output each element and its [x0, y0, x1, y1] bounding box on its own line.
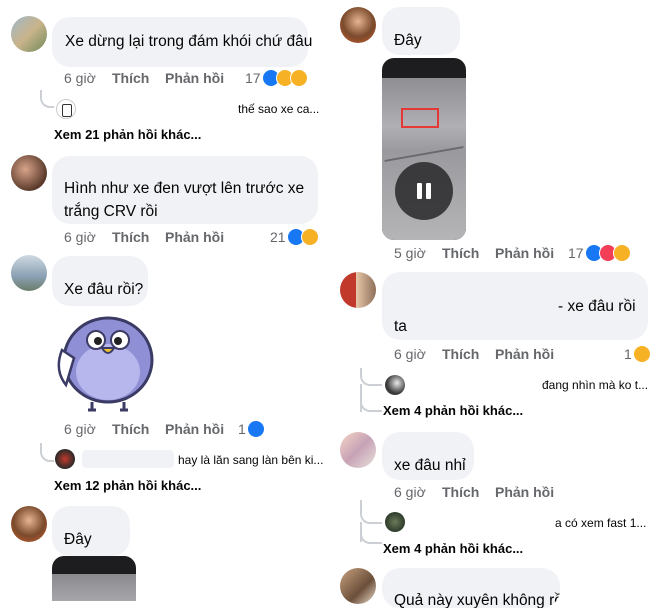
avatar[interactable]	[340, 432, 376, 468]
reply-button[interactable]: Phản hồi	[495, 245, 554, 261]
comment-time[interactable]: 6 giờ	[394, 484, 426, 500]
like-button[interactable]: Thích	[112, 70, 149, 86]
comment-text: Xe dừng lại trong đám khói chứ đâu	[65, 33, 313, 50]
reply-avatar[interactable]	[56, 99, 76, 119]
comment-text: trắng CRV rồi	[64, 203, 158, 220]
reactions[interactable]: 17	[245, 69, 308, 88]
like-button[interactable]: Thích	[442, 346, 479, 362]
haha-reaction-icon	[300, 228, 319, 247]
reactions[interactable]: 17	[568, 244, 631, 263]
reply-avatar[interactable]	[385, 375, 405, 395]
avatar[interactable]	[11, 155, 47, 191]
comment-text: Quả này xuyên không rồi	[394, 592, 560, 608]
comment-text: Hình như xe đen vượt lên trước xe	[64, 180, 305, 197]
reply-button[interactable]: Phản hồi	[165, 70, 224, 86]
comment-text: Đây	[64, 531, 92, 548]
comment-time[interactable]: 6 giờ	[64, 421, 96, 437]
like-button[interactable]: Thích	[112, 421, 149, 437]
reaction-count: 1	[238, 421, 246, 438]
comment-text: ta	[394, 318, 407, 335]
reply-avatar[interactable]	[385, 512, 405, 532]
like-button[interactable]: Thích	[442, 245, 479, 261]
video-thumbnail[interactable]	[52, 556, 136, 601]
video-player[interactable]	[382, 58, 466, 240]
like-button[interactable]: Thích	[112, 229, 149, 245]
view-more-replies[interactable]: Xem 21 phản hồi khác...	[54, 127, 201, 142]
like-reaction-icon	[246, 420, 265, 439]
thread-line	[40, 90, 54, 108]
comment-bubble: Đây	[382, 7, 460, 55]
reaction-count: 17	[568, 245, 584, 262]
pause-button[interactable]	[395, 162, 453, 220]
comment-time[interactable]: 6 giờ	[64, 70, 96, 86]
reaction-count: 17	[245, 70, 261, 87]
reply-preview[interactable]: đang nhìn mà ko t...	[542, 378, 648, 392]
comment-bubble: Quả này xuyên không rồi	[382, 568, 560, 608]
reply-button[interactable]: Phản hồi	[495, 346, 554, 362]
comment-text: - xe đâu rồi	[558, 298, 636, 315]
reactions[interactable]: 1	[238, 420, 265, 439]
comment-bubble: Hình như xe đen vượt lên trước xe trắng …	[52, 156, 318, 224]
thread-line	[360, 500, 382, 524]
highlight-box	[401, 108, 439, 128]
comment-bubble: Xe dừng lại trong đám khói chứ đâu	[52, 17, 312, 67]
bird-sticker	[57, 316, 154, 412]
comment-text: Xe đâu rồi?	[64, 281, 144, 298]
comment-time[interactable]: 6 giờ	[394, 346, 426, 362]
comment-text: xe đâu nhỉ	[394, 457, 466, 474]
thread-line	[360, 530, 382, 544]
avatar[interactable]	[11, 16, 47, 52]
reply-preview[interactable]: a có xem fast 1...	[555, 516, 646, 530]
thread-line	[40, 443, 54, 462]
reply-preview[interactable]: hay là lăn sang làn bên ki...	[178, 453, 323, 467]
comment-time[interactable]: 6 giờ	[64, 229, 96, 245]
haha-reaction-icon	[632, 345, 651, 364]
reactions[interactable]: 1	[624, 345, 651, 364]
reaction-count: 1	[624, 346, 632, 363]
avatar[interactable]	[340, 272, 376, 308]
comment-actions: 6 giờ	[64, 70, 96, 86]
avatar[interactable]	[11, 506, 47, 542]
thread-line	[360, 398, 382, 412]
avatar[interactable]	[11, 255, 47, 291]
comment-bubble: xe đâu nhỉ	[382, 432, 474, 480]
comment-text: Đây	[394, 32, 422, 49]
reply-avatar[interactable]	[55, 449, 75, 469]
comment-bubble: - xe đâu rồi ta	[382, 272, 648, 340]
reply-button[interactable]: Phản hồi	[495, 484, 554, 500]
view-more-replies[interactable]: Xem 4 phản hồi khác...	[383, 403, 523, 418]
thread-line	[360, 368, 382, 386]
reactions[interactable]: 21	[270, 228, 319, 247]
haha-reaction-icon	[612, 244, 631, 263]
view-more-replies[interactable]: Xem 12 phản hồi khác...	[54, 478, 201, 493]
view-more-replies[interactable]: Xem 4 phản hồi khác...	[383, 541, 523, 556]
avatar[interactable]	[340, 568, 376, 604]
like-button[interactable]: Thích	[442, 484, 479, 500]
wow-reaction-icon	[289, 69, 308, 88]
reply-name-redacted	[82, 450, 174, 468]
avatar[interactable]	[340, 7, 376, 43]
comment-bubble: Xe đâu rồi?	[52, 256, 148, 306]
reply-preview[interactable]: thế sao xe ca...	[238, 102, 319, 116]
reply-button[interactable]: Phản hồi	[165, 421, 224, 437]
comment-bubble: Đây	[52, 506, 130, 556]
comment-time[interactable]: 5 giờ	[394, 245, 426, 261]
pause-icon	[417, 183, 422, 199]
reaction-count: 21	[270, 229, 286, 246]
reply-button[interactable]: Phản hồi	[165, 229, 224, 245]
